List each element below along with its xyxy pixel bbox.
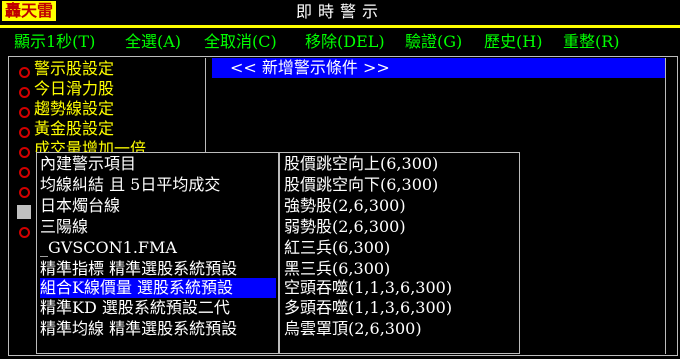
strategy-radio-4[interactable] <box>19 127 30 138</box>
menu-deselect-all[interactable]: 全取消(C) <box>204 32 277 52</box>
title-divider <box>0 25 680 28</box>
pattern-item[interactable]: 紅三兵(6,300) <box>284 238 390 258</box>
pattern-item[interactable]: 多頭吞噬(1,1,3,6,300) <box>284 298 452 318</box>
strategy-label-5[interactable]: 成交量增加一倍 <box>34 139 146 152</box>
builtin-list-item[interactable]: 日本燭台線 <box>40 196 276 216</box>
strategy-label-2[interactable]: 今日滑力股 <box>34 79 114 99</box>
pattern-item[interactable]: 強勢股(2,6,300) <box>284 196 406 216</box>
strategy-radio-2[interactable] <box>19 87 30 98</box>
strategy-radio-5[interactable] <box>19 147 30 158</box>
right-scroll-area[interactable] <box>665 58 677 354</box>
builtin-list-item[interactable]: 精準指標 精準選股系統預設 <box>40 259 276 279</box>
strategy-radio-1[interactable] <box>19 67 30 78</box>
builtin-list-item[interactable]: 三陽線 <box>40 217 276 237</box>
window-title: 即時警示 <box>295 2 384 21</box>
menu-validate[interactable]: 驗證(G) <box>405 32 462 52</box>
builtin-list-header: 內建警示項目 <box>40 154 137 173</box>
menu-refresh[interactable]: 重整(R) <box>563 32 620 52</box>
builtin-list-item-selected[interactable]: 組合K線價量 選股系統預設 <box>40 278 276 298</box>
menu-bar: 顯示1秒(T) 全選(A) 全取消(C) 移除(DEL) 驗證(G) 歷史(H)… <box>0 32 680 54</box>
menu-remove[interactable]: 移除(DEL) <box>305 32 385 52</box>
pattern-item[interactable]: 黑三兵(6,300) <box>284 259 390 279</box>
menu-select-all[interactable]: 全選(A) <box>125 32 181 52</box>
pattern-item[interactable]: 空頭吞噬(1,1,3,6,300) <box>284 278 452 298</box>
strategy-label-4[interactable]: 黃金股設定 <box>34 119 114 139</box>
builtin-list-item[interactable]: 均線糾結 且 5日平均成交 <box>40 175 276 195</box>
add-alert-condition-button[interactable]: << 新增警示條件 >> <box>212 58 665 78</box>
strategy-radio-9[interactable] <box>19 227 30 238</box>
strategy-label-1[interactable]: 警示股設定 <box>34 59 114 79</box>
popup-divider <box>278 152 280 354</box>
strategy-radio-3[interactable] <box>19 107 30 118</box>
pattern-item[interactable]: 股價跳空向上(6,300) <box>284 154 438 174</box>
strategy-radio-8[interactable] <box>17 205 31 219</box>
strategy-label-3[interactable]: 趨勢線設定 <box>34 99 114 119</box>
app-logo: 轟天雷 <box>2 1 56 21</box>
strategy-radio-7[interactable] <box>19 187 30 198</box>
builtin-list-item[interactable]: 精準均線 精準選股系統預設 <box>40 319 276 339</box>
menu-display-interval[interactable]: 顯示1秒(T) <box>14 32 95 52</box>
strategy-radio-6[interactable] <box>19 167 30 178</box>
pattern-item[interactable]: 烏雲罩頂(2,6,300) <box>284 319 422 339</box>
pattern-item[interactable]: 股價跳空向下(6,300) <box>284 175 438 195</box>
builtin-list-item[interactable]: _GVSCON1.FMA <box>40 238 276 258</box>
pattern-item[interactable]: 弱勢股(2,6,300) <box>284 217 406 237</box>
menu-history[interactable]: 歷史(H) <box>484 32 542 52</box>
builtin-list-item[interactable]: 精準KD 選股系統預設二代 <box>40 298 276 318</box>
